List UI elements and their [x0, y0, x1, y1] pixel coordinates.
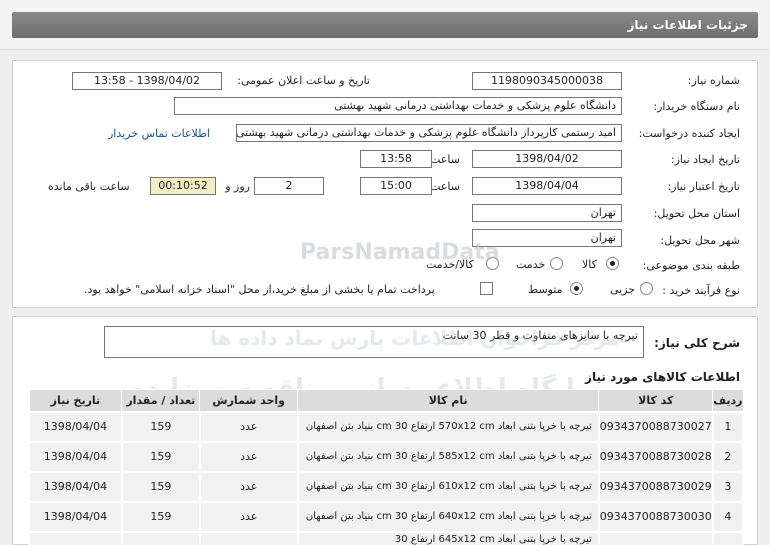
validity-date-label: تاریخ اعتبار نیاز: [667, 180, 740, 193]
days-label: روز و [225, 180, 250, 193]
row-index: 2 [711, 440, 745, 473]
summary-field: تیرچه با سایزهای متفاوت و قطر 30 سانت [104, 326, 644, 358]
goods-name: تیرچه با خرپا بتنی ابعاد 610x12 cm ارتفا… [296, 470, 600, 503]
goods-section-title: اطلاعات کالاهای مورد نیاز [585, 370, 740, 384]
goods-code: 0934370088730027 [597, 410, 714, 443]
goods-unit [198, 530, 299, 545]
col-header-date: تاریخ نیاز [28, 389, 123, 412]
category-radio-goods[interactable] [606, 257, 619, 270]
goods-code: 0934370088730029 [597, 470, 714, 503]
goods-table: ردیف کد کالا نام کالا واحد شمارش تعداد /… [28, 389, 745, 545]
row-index: 4 [711, 500, 745, 533]
goods-date: 1398/04/04 [28, 410, 123, 443]
process-label: نوع فرآیند خرید : [662, 284, 740, 297]
goods-qty [120, 530, 201, 545]
goods-code: 0934370088730030 [597, 500, 714, 533]
process-minor-label: جزیی [610, 283, 636, 296]
created-time-field: 13:58 [360, 150, 432, 168]
row-index: 3 [711, 470, 745, 503]
goods-date: 1398/04/04 [28, 500, 123, 533]
city-field: تهران [472, 229, 622, 247]
province-label: استان محل تحویل: [653, 207, 740, 220]
goods-date [28, 530, 123, 545]
goods-date: 1398/04/04 [28, 470, 123, 503]
table-row: 2 0934370088730028 تیرچه با خرپا بتنی اب… [28, 440, 745, 473]
table-row: 1 0934370088730027 تیرچه با خرپا بتنی اب… [28, 410, 745, 443]
treasury-payment-checkbox[interactable] [480, 282, 493, 295]
col-header-row: ردیف [712, 389, 744, 412]
goods-unit: عدد [198, 500, 299, 533]
goods-unit: عدد [198, 440, 299, 473]
created-date-field: 1398/04/02 [472, 150, 622, 168]
col-header-name: نام کالا [297, 389, 600, 412]
goods-code [597, 530, 714, 545]
process-medium-label: متوسط [528, 283, 563, 296]
table-row: 3 0934370088730029 تیرچه با خرپا بتنی اب… [28, 470, 745, 503]
validity-time-label: ساعت [430, 180, 460, 193]
goods-qty: 159 [120, 440, 201, 473]
process-radio-minor[interactable] [640, 282, 653, 295]
goods-qty: 159 [120, 500, 201, 533]
validity-time-field: 15:00 [360, 177, 432, 195]
days-field: 2 [254, 177, 324, 195]
requester-label: ایجاد کننده درخواست: [638, 127, 740, 140]
category-goods-label: کالا [582, 258, 597, 271]
goods-name: تیرچه با خرپا بتنی ابعاد 570x12 cm ارتفا… [296, 410, 600, 443]
category-goods-service-label: کالا/خدمت [426, 258, 474, 271]
remaining-label: ساعت باقی مانده [48, 180, 130, 193]
category-radio-service[interactable] [550, 257, 563, 270]
remaining-time-field: 00:10:52 [150, 177, 216, 195]
buyer-field: دانشگاه علوم پزشکی و خدمات بهداشتی درمان… [174, 97, 622, 115]
announce-datetime-field: 1398/04/02 - 13:58 [72, 72, 222, 90]
city-label: شهر محل تحویل: [660, 234, 740, 247]
treasury-payment-note: پرداخت تمام یا بخشی از مبلغ خرید،از محل … [84, 283, 435, 296]
page-title: جزئیات اطلاعات نیاز [12, 12, 758, 38]
category-service-label: خدمت [516, 258, 546, 271]
validity-date-field: 1398/04/04 [472, 177, 622, 195]
summary-title: شرح کلی نیاز: [654, 336, 740, 350]
category-radio-goods-service[interactable] [486, 257, 499, 270]
need-number-field: 1198090345000038 [472, 72, 622, 90]
goods-name: تیرچه با خرپا بتنی ابعاد 585x12 cm ارتفا… [296, 440, 600, 473]
goods-table-header: ردیف کد کالا نام کالا واحد شمارش تعداد /… [28, 389, 744, 412]
goods-qty: 159 [120, 470, 201, 503]
goods-unit: عدد [198, 470, 299, 503]
goods-name: تیرچه با خرپا بتنی ابعاد 640x12 cm ارتفا… [296, 500, 600, 533]
announce-label: تاریخ و ساعت اعلان عمومی: [237, 74, 370, 87]
goods-date: 1398/04/04 [28, 440, 123, 473]
goods-qty: 159 [120, 410, 201, 443]
goods-code: 0934370088730028 [597, 440, 714, 473]
goods-unit: عدد [198, 410, 299, 443]
col-header-qty: تعداد / مقدار [121, 389, 201, 412]
row-index [711, 530, 745, 545]
created-time-label: ساعت [430, 153, 460, 166]
process-radio-medium[interactable] [570, 282, 583, 295]
need-number-label: شماره نیاز: [687, 74, 740, 87]
table-row: تیرچه با خرپا بتنی ابعاد 645x12 cm ارتفا… [28, 530, 745, 545]
header-bar: جزئیات اطلاعات نیاز [0, 0, 770, 50]
province-field: تهران [472, 204, 622, 222]
buyer-contact-link[interactable]: اطلاعات تماس خریدار [108, 127, 210, 140]
created-date-label: تاریخ ایجاد نیاز: [670, 153, 740, 166]
requester-field: امید رستمی کارپرداز دانشگاه علوم پزشکی و… [236, 124, 622, 142]
row-index: 1 [711, 410, 745, 443]
goods-name: تیرچه با خرپا بتنی ابعاد 645x12 cm ارتفا… [296, 530, 600, 545]
buyer-label: نام دستگاه خریدار: [653, 100, 740, 113]
col-header-code: کد کالا [598, 389, 714, 412]
col-header-unit: واحد شمارش [199, 389, 299, 412]
category-label: طبقه بندی موضوعی: [642, 259, 740, 272]
table-row: 4 0934370088730030 تیرچه با خرپا بتنی اب… [28, 500, 745, 533]
